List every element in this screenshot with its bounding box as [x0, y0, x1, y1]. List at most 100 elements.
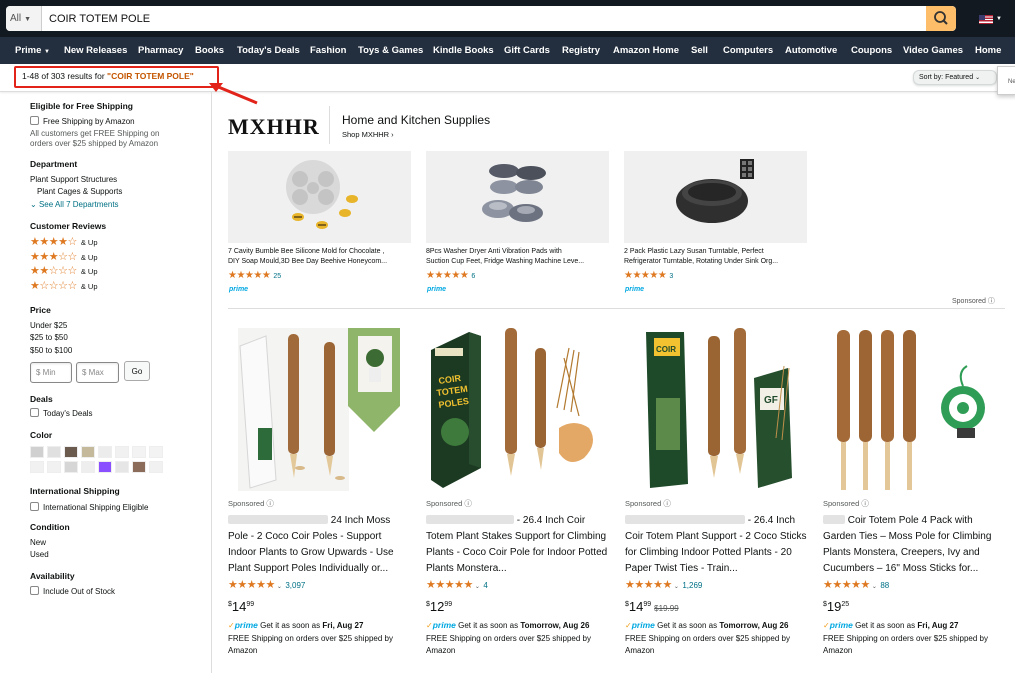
product-title-link[interactable]: - 26.4 Inch Coir Totem Plant Support - 2 … [625, 513, 809, 577]
color-swatch[interactable] [149, 461, 163, 473]
department-item[interactable]: Plant Support Structures [30, 175, 117, 184]
color-swatch[interactable] [30, 446, 44, 458]
star-rating[interactable]: ★★★★★ ⌄ 4 [426, 578, 488, 591]
nav-toys-games[interactable]: Toys & Games [358, 45, 423, 56]
nav-kindle-books[interactable]: Kindle Books [433, 45, 494, 56]
condition-new-link[interactable]: New [30, 538, 46, 547]
price[interactable]: $1925 [823, 599, 849, 614]
star-rating[interactable]: ★★★★★ ⌄ 88 [823, 578, 889, 591]
search-button[interactable] [926, 6, 956, 31]
rating-count[interactable]: 3,097 [285, 581, 305, 590]
color-swatch[interactable] [47, 461, 61, 473]
brand-logo[interactable]: MXHHR [228, 114, 320, 140]
color-swatch[interactable] [149, 446, 163, 458]
price-range-link[interactable]: $50 to $100 [30, 346, 72, 355]
product-image-coir-totem[interactable]: COIR TOTEM POLES [429, 328, 603, 491]
rating-count[interactable]: 4 [483, 581, 487, 590]
nav-registry[interactable]: Registry [562, 45, 600, 56]
shop-brand-link[interactable]: Shop MXHHR › [342, 130, 394, 139]
info-icon[interactable]: ⓘ [661, 499, 671, 508]
product-title-link[interactable]: Coir Totem Pole 4 Pack with Garden Ties –… [823, 513, 1007, 577]
color-swatch[interactable] [81, 446, 95, 458]
review-filter-3-stars[interactable]: ★★★☆☆ & Up [30, 250, 98, 263]
nav-amazon-home[interactable]: Amazon Home [613, 45, 679, 56]
nav-home[interactable]: Home [975, 45, 1001, 56]
color-swatch[interactable] [132, 461, 146, 473]
product-image-coir-totem-poles[interactable]: COIR GF [626, 328, 800, 491]
product-title-link[interactable]: 24 Inch Moss Pole - 2 Coco Coir Poles - S… [228, 513, 412, 577]
min-price-input[interactable]: $ Min [30, 362, 72, 383]
nav-automotive[interactable]: Automotive [785, 45, 837, 56]
rating-count[interactable]: 88 [880, 581, 889, 590]
chevron-down-icon[interactable]: ⌄ [277, 584, 282, 590]
price-go-button[interactable]: Go [124, 361, 150, 381]
price[interactable]: $1299 [426, 599, 452, 614]
nav-video-games[interactable]: Video Games [903, 45, 963, 56]
checkbox[interactable] [30, 586, 39, 595]
chevron-down-icon[interactable]: ⌄ [475, 584, 480, 590]
product-image-lazy-susan[interactable] [624, 151, 807, 243]
brand-title[interactable]: Home and Kitchen Supplies [342, 113, 490, 127]
intl-shipping-filter[interactable]: International Shipping Eligible [30, 502, 148, 512]
color-swatch[interactable] [98, 461, 112, 473]
department-item[interactable]: Plant Cages & Supports [37, 187, 122, 196]
max-price-input[interactable]: $ Max [76, 362, 119, 383]
review-filter-4-stars[interactable]: ★★★★☆ & Up [30, 235, 98, 248]
rating-count[interactable]: 3 [669, 273, 673, 280]
nav-new-releases[interactable]: New Releases [64, 45, 127, 56]
color-swatch[interactable] [132, 446, 146, 458]
product-image-moss-pole[interactable] [228, 328, 402, 491]
rating-count[interactable]: 1,269 [682, 581, 702, 590]
star-rating[interactable]: ★★★★★ ⌄ 3,097 [228, 578, 305, 591]
star-rating[interactable]: ★★★★★ 3 [624, 270, 673, 281]
color-swatch[interactable] [30, 461, 44, 473]
review-filter-1-stars[interactable]: ★☆☆☆☆ & Up [30, 279, 98, 292]
price-range-link[interactable]: Under $25 [30, 321, 67, 330]
nav-prime[interactable]: Prime ▼ [15, 45, 50, 56]
nav-books[interactable]: Books [195, 45, 224, 56]
out-of-stock-filter[interactable]: Include Out of Stock [30, 586, 115, 596]
product-title-link[interactable]: - 26.4 Inch Coir Totem Plant Stakes Suppo… [426, 513, 610, 577]
us-flag-icon[interactable] [979, 15, 993, 24]
chevron-down-icon[interactable]: ⌄ [674, 584, 679, 590]
nav-fashion[interactable]: Fashion [310, 45, 346, 56]
nav-todays-deals[interactable]: Today's Deals [237, 45, 300, 56]
info-icon[interactable]: ⓘ [264, 499, 274, 508]
nav-computers[interactable]: Computers [723, 45, 773, 56]
checkbox[interactable] [30, 408, 39, 417]
nav-pharmacy[interactable]: Pharmacy [138, 45, 183, 56]
color-swatch[interactable] [115, 461, 129, 473]
star-rating[interactable]: ★★★★★ 6 [426, 270, 475, 281]
condition-used-link[interactable]: Used [30, 550, 49, 559]
free-shipping-filter[interactable]: Free Shipping by Amazon [30, 116, 135, 126]
todays-deals-filter[interactable]: Today's Deals [30, 408, 93, 418]
color-swatch[interactable] [64, 461, 78, 473]
price[interactable]: $1499 [228, 599, 254, 614]
nav-sell[interactable]: Sell [691, 45, 708, 56]
rating-count[interactable]: 25 [273, 273, 281, 280]
checkbox[interactable] [30, 502, 39, 511]
see-all-departments-link[interactable]: ⌄ See All 7 Departments [30, 200, 119, 209]
color-swatch[interactable] [98, 446, 112, 458]
nav-coupons[interactable]: Coupons [851, 45, 892, 56]
product-image-washer-pads[interactable] [426, 151, 609, 243]
color-swatch[interactable] [115, 446, 129, 458]
color-swatch[interactable] [64, 446, 78, 458]
rating-count[interactable]: 6 [471, 273, 475, 280]
price-range-link[interactable]: $25 to $50 [30, 333, 68, 342]
star-rating[interactable]: ★★★★★ ⌄ 1,269 [625, 578, 702, 591]
color-swatch[interactable] [81, 461, 95, 473]
color-swatch[interactable] [47, 446, 61, 458]
chevron-down-icon[interactable]: ⌄ [872, 584, 877, 590]
search-input[interactable] [42, 6, 932, 31]
info-icon[interactable]: ⓘ [462, 499, 472, 508]
checkbox[interactable] [30, 116, 39, 125]
brand-product-title[interactable]: 7 Cavity Bumble Bee Silicone Mold for Ch… [228, 247, 411, 267]
info-icon[interactable]: ⓘ [859, 499, 869, 508]
product-image-bee-mold[interactable] [228, 151, 411, 243]
review-filter-2-stars[interactable]: ★★☆☆☆ & Up [30, 264, 98, 277]
product-image-coir-4-pack[interactable] [825, 328, 999, 491]
price[interactable]: $1499 $19.99 [625, 599, 679, 614]
brand-product-title[interactable]: 8Pcs Washer Dryer Anti Vibration Pads wi… [426, 247, 609, 267]
info-icon[interactable]: ⓘ [988, 298, 995, 305]
